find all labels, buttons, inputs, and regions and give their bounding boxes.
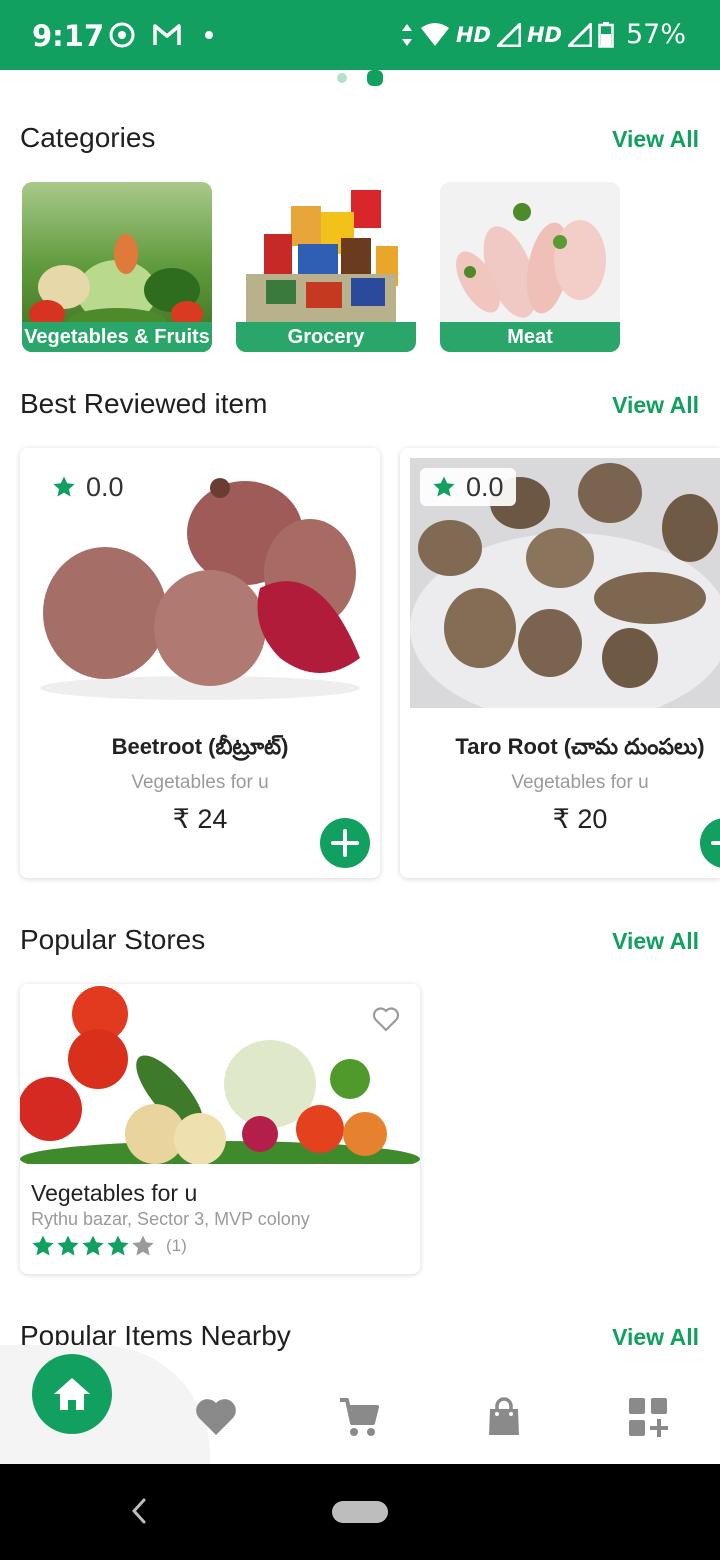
cart-icon[interactable]: [337, 1395, 381, 1439]
star-filled-icon: [107, 1235, 129, 1256]
status-time: 9:17: [32, 19, 105, 53]
rating-chip: 0.0: [40, 468, 136, 506]
home-icon: [54, 1378, 90, 1410]
grid-plus-icon[interactable]: [626, 1395, 670, 1439]
rating-value: 0.0: [466, 471, 504, 502]
product-store: Vegetables for u: [511, 772, 649, 793]
carousel-dot[interactable]: [337, 73, 347, 83]
product-card[interactable]: 0.0 Beetroot (బీట్రూట్) Vegetables for u…: [20, 448, 380, 878]
category-grocery[interactable]: Grocery: [236, 182, 416, 352]
back-icon[interactable]: [128, 1496, 150, 1526]
plus-icon: [331, 829, 359, 857]
star-filled-icon: [57, 1235, 79, 1256]
store-name: Vegetables for u: [31, 1180, 198, 1206]
best-reviewed-view-all-link[interactable]: View All: [612, 392, 699, 419]
product-name: Beetroot (బీట్రూట్): [111, 734, 289, 759]
notification-dot-icon: [205, 31, 213, 39]
review-count: (1): [166, 1236, 187, 1255]
star-filled-icon: [32, 1235, 54, 1256]
data-transfer-icon: [401, 23, 412, 46]
battery-icon: [598, 21, 614, 48]
app-notification-icon: [109, 22, 135, 48]
network-type-label: HD: [455, 22, 491, 47]
best-reviewed-title: Best Reviewed item: [20, 388, 268, 419]
star-empty-icon: [132, 1235, 154, 1256]
product-price: ₹ 20: [400, 804, 720, 835]
favorite-heart-icon[interactable]: [372, 1006, 400, 1032]
network-type-label: HD: [526, 22, 562, 47]
nav-home-button[interactable]: [32, 1354, 112, 1434]
product-name: Taro Root (చామ దుంపలు): [455, 734, 705, 759]
star-icon: [53, 476, 75, 497]
category-vegetables-fruits[interactable]: Vegetables & Fruits: [22, 182, 212, 352]
star-filled-icon: [82, 1235, 104, 1256]
wifi-icon: [420, 22, 449, 46]
category-label: Grocery: [236, 322, 416, 352]
carousel-dot-active[interactable]: [367, 70, 383, 86]
currency-symbol: ₹: [172, 804, 190, 834]
heart-icon[interactable]: [194, 1395, 238, 1439]
system-home-pill[interactable]: [332, 1501, 388, 1523]
categories-title: Categories: [20, 122, 156, 153]
signal-icon: [496, 22, 521, 47]
add-to-cart-button[interactable]: [700, 818, 720, 868]
categories-view-all-link[interactable]: View All: [612, 126, 699, 153]
popular-items-nearby-view-all-link[interactable]: View All: [612, 1324, 699, 1351]
category-meat[interactable]: Meat: [440, 182, 620, 352]
shopping-bag-icon[interactable]: [482, 1395, 526, 1439]
rating-chip: 0.0: [420, 468, 516, 506]
add-to-cart-button[interactable]: [320, 818, 370, 868]
store-address: Rythu bazar, Sector 3, MVP colony: [31, 1209, 310, 1229]
price-value: 24: [197, 804, 228, 834]
signal-icon: [567, 22, 592, 47]
store-card[interactable]: Vegetables for u Rythu bazar, Sector 3, …: [20, 984, 420, 1274]
product-store: Vegetables for u: [131, 772, 269, 793]
battery-percent: 57%: [625, 19, 686, 50]
popular-stores-view-all-link[interactable]: View All: [612, 928, 699, 955]
gmail-icon: [153, 24, 181, 45]
popular-stores-title: Popular Stores: [20, 924, 206, 955]
currency-symbol: ₹: [552, 804, 570, 834]
rating-value: 0.0: [86, 471, 124, 502]
plus-icon: [711, 841, 720, 845]
product-card[interactable]: 0.0 Taro Root (చామ దుంపలు) Vegetables fo…: [400, 448, 720, 878]
store-image: [20, 984, 420, 1164]
price-value: 20: [577, 804, 608, 834]
store-rating: (1): [31, 1234, 187, 1258]
bottom-navigation: [0, 1345, 720, 1464]
category-label: Vegetables & Fruits: [22, 322, 212, 352]
status-bar: 9:17 HD HD 57%: [0, 0, 720, 70]
star-icon: [433, 476, 455, 497]
category-label: Meat: [440, 322, 620, 352]
